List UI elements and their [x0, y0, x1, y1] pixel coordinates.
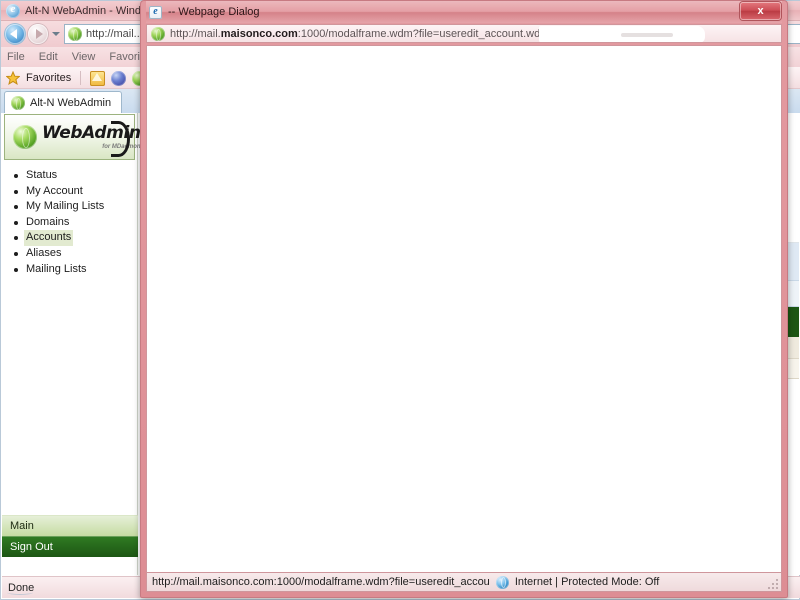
sidebar-item-label: Domains — [26, 215, 70, 228]
menu-item-view[interactable]: View — [72, 51, 96, 63]
sidebar-item-accounts[interactable]: Accounts — [12, 230, 137, 246]
dialog-statusbar: http://mail.maisonco.com:1000/modalframe… — [146, 572, 782, 592]
back-arrow-icon[interactable] — [5, 24, 25, 44]
sidebar-item-mailing-lists[interactable]: Mailing Lists — [12, 262, 137, 278]
tab-label: Alt-N WebAdmin — [30, 96, 112, 109]
dialog-address-value: http://mail.maisonco.com:1000/modalframe… — [170, 28, 566, 40]
sidebar-item-label: Status — [26, 169, 58, 181]
resize-grip-icon[interactable] — [766, 577, 778, 589]
sidebar-item-label: My Account — [26, 184, 83, 197]
url-prefix: http://mail. — [170, 27, 221, 40]
redaction-overlay — [539, 26, 705, 42]
sidebar-item-status[interactable]: Status — [12, 168, 137, 184]
favorites-label[interactable]: Favorites — [26, 72, 71, 84]
dialog-status-zone: Internet | Protected Mode: Off — [514, 576, 660, 588]
forward-arrow-icon[interactable] — [28, 24, 48, 44]
main-button[interactable]: Main — [2, 515, 138, 536]
webpage-dialog: -- Webpage Dialog x http://mail.maisonco… — [140, 0, 788, 598]
dialog-title: -- Webpage Dialog — [168, 6, 260, 18]
dialog-status-url: http://mail.maisonco.com:1000/modalframe… — [152, 576, 490, 588]
webadmin-logo: WebAdmin for MDaemon — [4, 114, 141, 160]
internet-zone-icon — [495, 575, 509, 589]
green-globe-icon — [11, 95, 25, 110]
screen: Alt-N WebAdmin - Window http://mail... F… — [0, 0, 800, 600]
internet-explorer-icon — [6, 3, 20, 18]
sign-out-button[interactable]: Sign Out — [2, 536, 138, 557]
url-suffix: :1000/modalframe.wdm?file=useredit_accou… — [297, 27, 566, 40]
webadmin-sidebar-footer: Main Sign Out — [2, 515, 138, 557]
address-bar-value: http://mail... — [86, 28, 143, 40]
dialog-titlebar: -- Webpage Dialog x — [146, 1, 782, 23]
url-domain: maisonco.com — [220, 27, 298, 40]
browser-title: Alt-N WebAdmin - Window — [25, 5, 155, 17]
sidebar-item-label: My Mailing Lists — [26, 200, 105, 213]
toolbar-divider — [80, 71, 82, 85]
chevron-down-icon[interactable] — [51, 24, 61, 44]
webadmin-nav: Status My Account My Mailing Lists Domai… — [2, 168, 137, 277]
sidebar-item-label: Mailing Lists — [26, 262, 87, 275]
webadmin-sidebar: WebAdmin for MDaemon Status My Account M… — [2, 113, 141, 575]
blue-globe-icon[interactable] — [111, 70, 127, 86]
status-underline — [7, 590, 33, 595]
menu-item-edit[interactable]: Edit — [39, 51, 58, 63]
sidebar-item-label: Accounts — [24, 230, 74, 246]
sidebar-item-my-account[interactable]: My Account — [12, 184, 137, 200]
sidebar-item-domains[interactable]: Domains — [12, 215, 137, 231]
add-to-favorites-icon[interactable] — [90, 70, 106, 86]
green-globe-icon — [68, 27, 82, 41]
close-icon[interactable]: x — [740, 2, 781, 20]
sidebar-item-label: Aliases — [26, 246, 62, 259]
dialog-content-frame[interactable] — [146, 45, 782, 572]
swoosh-icon — [111, 121, 130, 157]
star-icon[interactable] — [6, 71, 20, 85]
internet-explorer-document-icon — [149, 5, 162, 19]
green-globe-logo-icon — [13, 125, 37, 149]
menu-item-file[interactable]: File — [7, 51, 25, 63]
dialog-address-bar: http://mail.maisonco.com:1000/modalframe… — [146, 24, 782, 43]
sidebar-item-my-mailing-lists[interactable]: My Mailing Lists — [12, 199, 137, 215]
green-globe-icon — [151, 26, 165, 41]
sidebar-item-aliases[interactable]: Aliases — [12, 246, 137, 262]
tab-alt-n-webadmin[interactable]: Alt-N WebAdmin — [4, 91, 123, 113]
